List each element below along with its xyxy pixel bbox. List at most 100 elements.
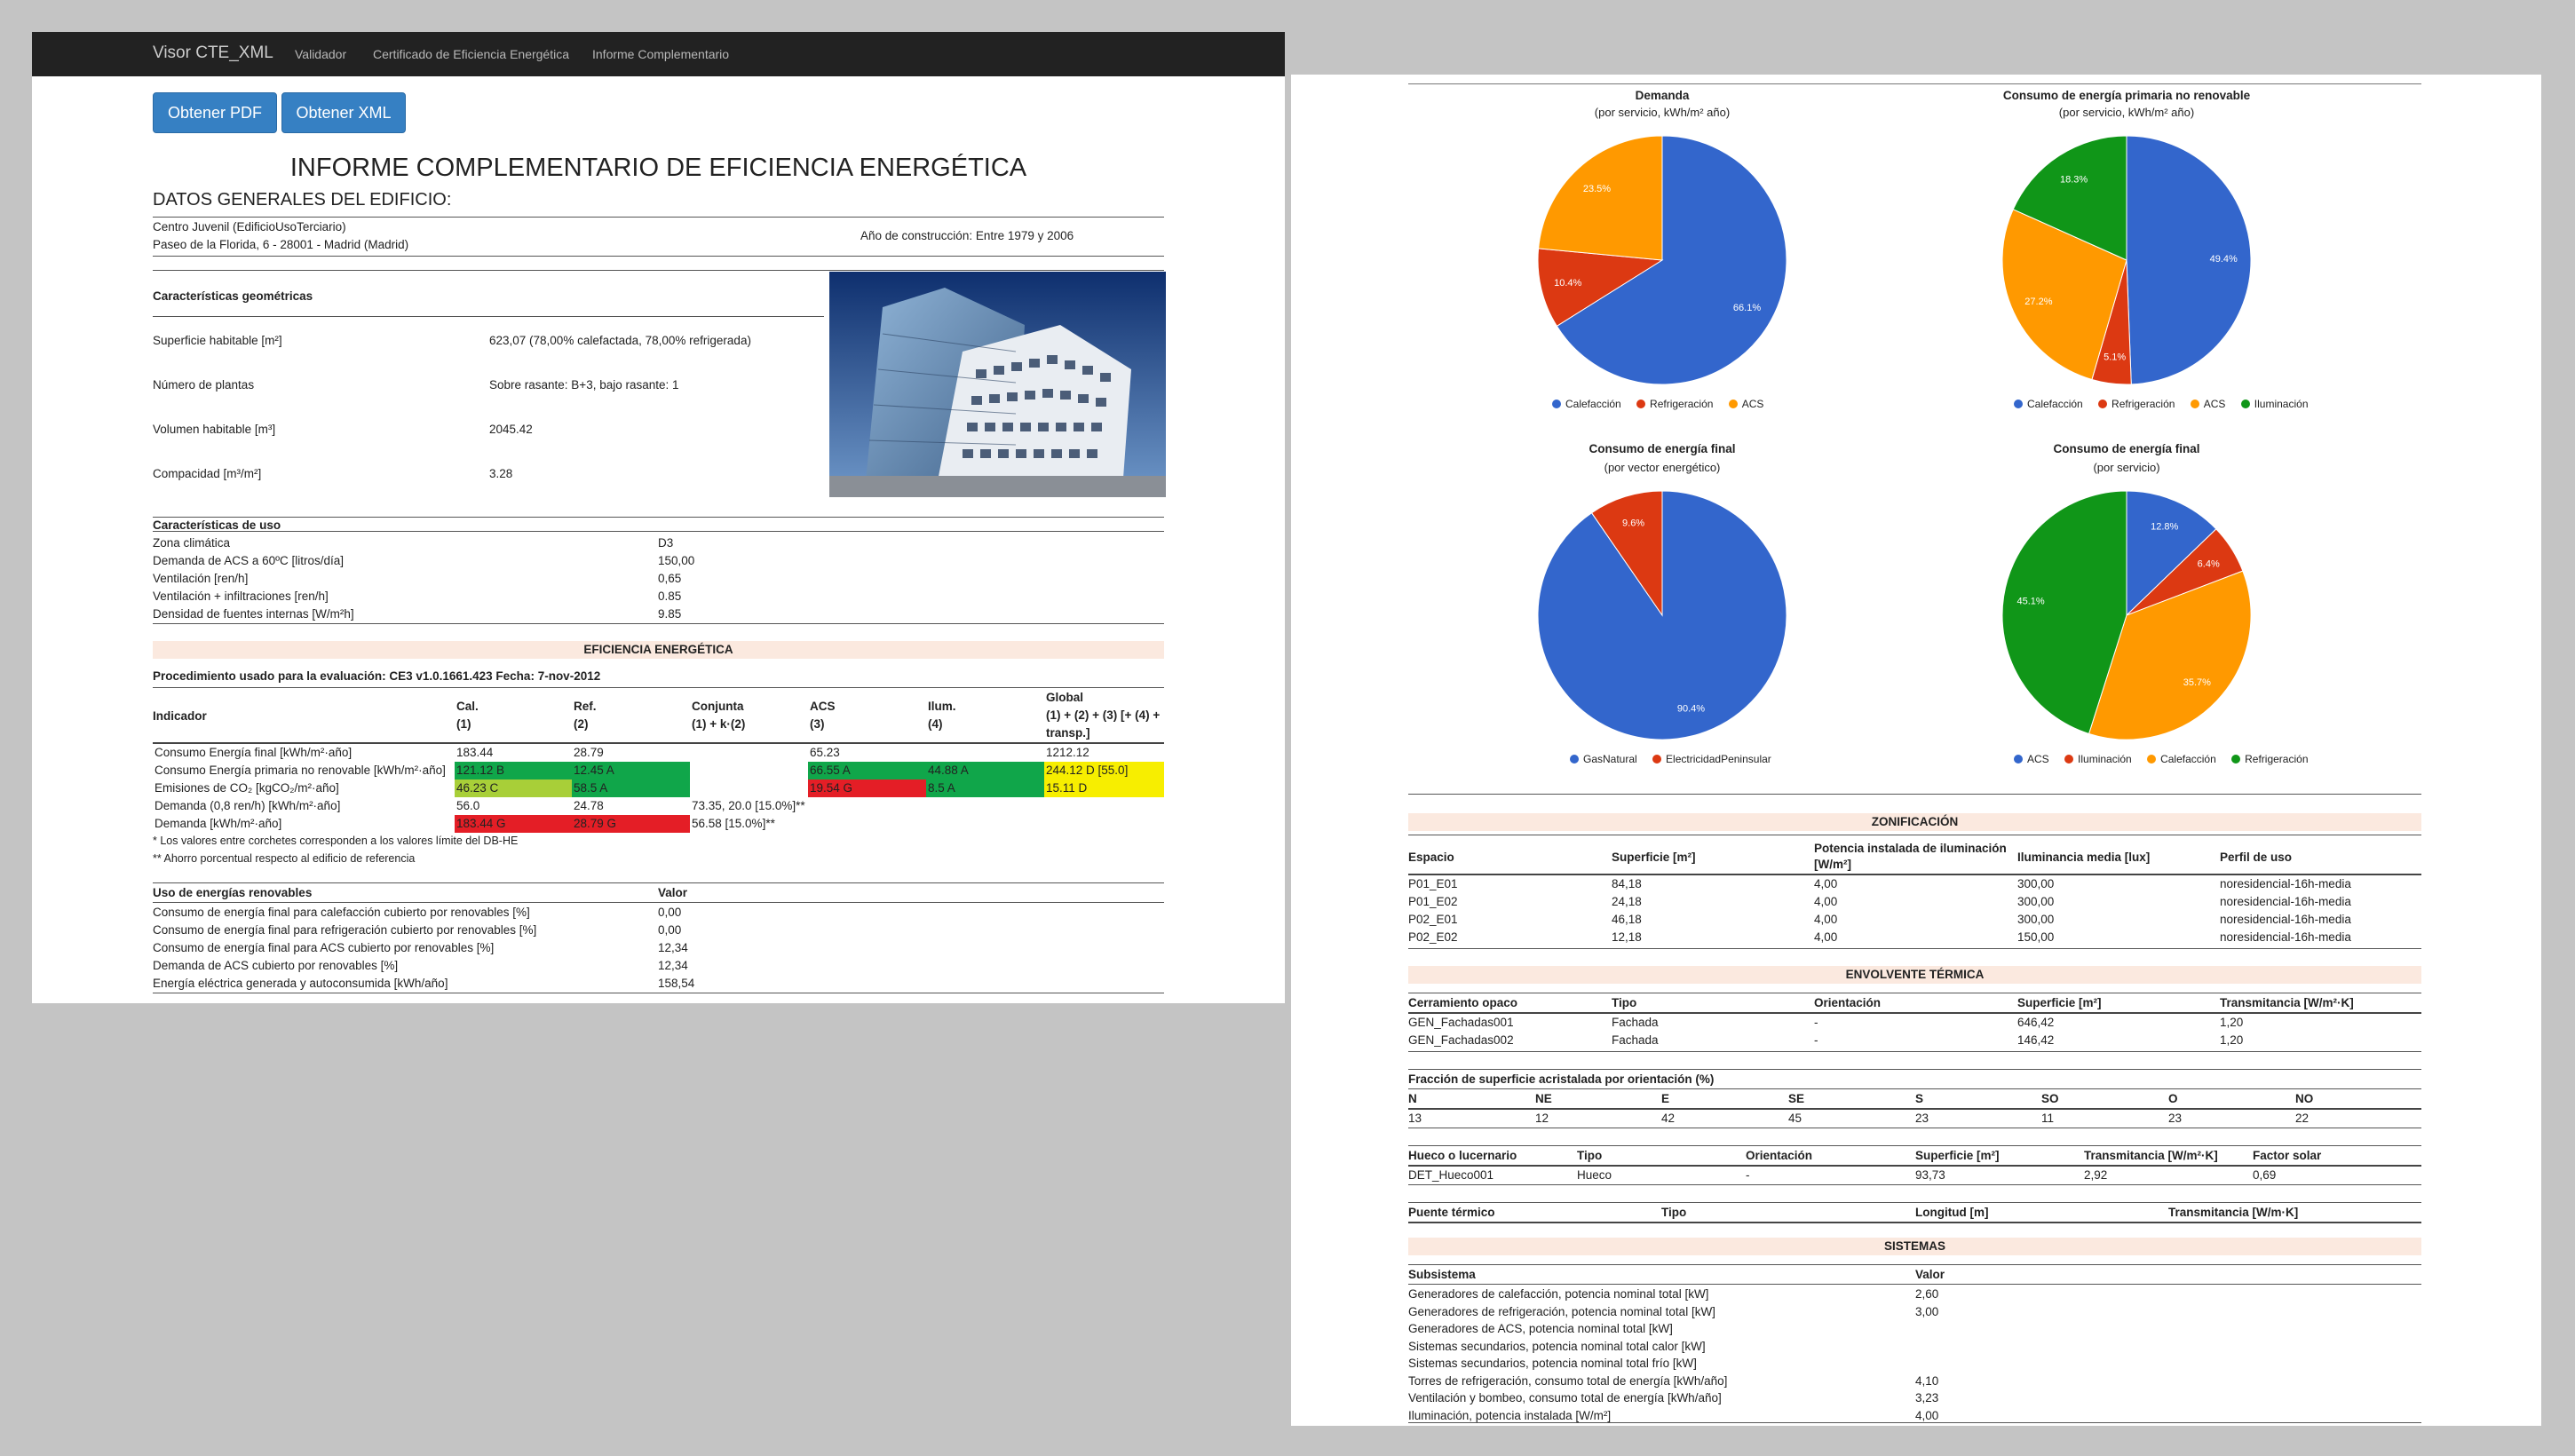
systems-cell: Generadores de ACS, potencia nominal tot… [1408,1322,1673,1335]
hole-col-header: Orientación [1746,1149,1813,1162]
orientation-value: 45 [1788,1112,1802,1125]
geometry-label: Compacidad [m³/m²] [153,467,262,480]
legend-swatch [2014,400,2023,408]
chart-subtitle: (por servicio) [2093,461,2160,474]
divider [153,217,1164,218]
legend-label: Iluminación [2254,398,2309,410]
indicator-value: 56.0 [456,799,480,812]
orientation-value: 42 [1661,1112,1676,1125]
orientation-header: NO [2295,1092,2314,1105]
zone-cell: P02_E02 [1408,930,1458,944]
zone-col-header: Superficie [m²] [1612,851,1696,864]
systems-cell: Iluminación, potencia instalada [W/m²] [1408,1408,1612,1422]
rating-cell: 46.23 C [455,779,572,797]
chart-legend: ACS Iluminación Calefacción Refrigeració… [2001,753,2309,765]
systems-cell: Sistemas secundarios, potencia nominal t… [1408,1357,1697,1370]
systems-cell: Torres de refrigeración, consumo total d… [1408,1373,1728,1388]
nav-link-validador[interactable]: Validador [295,47,346,61]
col-header-acs: ACS [810,700,836,713]
divider [1408,1284,2421,1285]
divider [153,902,1164,903]
chart-subtitle: (por servicio, kWh/m² año) [2058,106,2195,119]
renewables-value: 0,00 [658,906,682,919]
legend-swatch [2064,755,2074,764]
chart-title: Consumo de energía final [1589,442,1736,455]
divider [153,270,1164,271]
bridge-col-header: Transmitancia [W/m·K] [2168,1206,2299,1219]
zone-cell: 300,00 [2017,913,2055,926]
renewables-label: Consumo de energía final para refrigerac… [153,923,537,937]
indicator-value: 183.44 [456,746,494,759]
building-address: Paseo de la Florida, 6 - 28001 - Madrid … [153,238,409,251]
zone-cell: 12,18 [1612,930,1642,944]
pie-slice [1538,135,1663,261]
navbar: Visor CTE_XML Validador Certificado de E… [32,32,1285,76]
chart-legend: Calefacción Refrigeración ACS Iluminació… [2001,398,2309,410]
orientation-value: 11 [2041,1112,2055,1125]
opaque-cell: GEN_Fachadas001 [1408,1016,1514,1029]
zone-cell: 84,18 [1612,877,1642,890]
systems-cell: Sistemas secundarios, potencia nominal t… [1408,1339,1706,1353]
orientation-header: SE [1788,1092,1805,1105]
legend-swatch [2231,755,2241,764]
nav-link-certificado[interactable]: Certificado de Eficiencia Energética [373,47,569,61]
systems-cell: Ventilación y bombeo, consumo total de e… [1408,1391,1722,1405]
legend-swatch [1636,400,1646,408]
divider [1408,948,2421,949]
efficiency-band: EFICIENCIA ENERGÉTICA [153,641,1164,659]
divider [1408,1108,2421,1110]
hole-col-header: Superficie [m²] [1915,1149,2000,1162]
pie-slice-label: 49.4% [2210,254,2238,265]
indicator-value: 56.58 [15.0%]** [692,817,775,830]
zone-cell: P01_E02 [1408,895,1458,908]
geometry-value: Sobre rasante: B+3, bajo rasante: 1 [489,378,679,392]
chart-subtitle: (por servicio, kWh/m² año) [1594,106,1731,119]
pie-chart-demanda: 66.1% 10.4% 23.5% [1537,135,1787,385]
col-header-global-sub: (1) + (2) + (3) [+ (4) + [1046,708,1161,722]
indicator-label: Demanda (0,8 ren/h) [kWh/m²·año] [154,799,341,812]
zone-cell: 4,00 [1814,895,1838,908]
report-page-right: Demanda (por servicio, kWh/m² año) Consu… [1291,75,2541,1426]
pie-slice-label: 23.5% [1583,184,1611,194]
divider [153,517,1164,518]
divider [153,882,1164,883]
pie-slice-label: 18.3% [2060,174,2088,185]
geometry-value: 3.28 [489,467,513,480]
renewables-label: Consumo de energía final para ACS cubier… [153,941,495,954]
nav-brand[interactable]: Visor CTE_XML [153,44,273,63]
rating-cell: 58.5 A [572,779,690,797]
pie-slice-label: 12.8% [2151,522,2178,533]
opaque-col-header: Orientación [1814,996,1882,1009]
col-header-cal-sub: (1) [456,717,471,731]
legend-label: ACS [1741,398,1764,410]
col-header-global: Global [1046,691,1084,704]
use-label: Ventilación [ren/h] [153,572,249,585]
chart-legend: GasNatural ElectricidadPeninsular [1557,753,1771,765]
envelope-band: ENVOLVENTE TÉRMICA [1408,966,2421,984]
col-header-conjunta: Conjunta [692,700,744,713]
legend-swatch [2190,400,2199,408]
pie-slice-label: 6.4% [2198,558,2220,569]
general-data-heading: DATOS GENERALES DEL EDIFICIO: [153,190,452,210]
bridge-col-header: Longitud [m] [1915,1206,1989,1219]
divider [153,687,1164,688]
renewables-label: Demanda de ACS cubierto por renovables [… [153,959,399,972]
systems-cell: 3,00 [1915,1304,1939,1318]
opaque-cell: 1,20 [2220,1033,2244,1047]
use-label: Zona climática [153,536,231,550]
nav-link-informe[interactable]: Informe Complementario [592,47,729,61]
glazing-heading: Fracción de superficie acristalada por o… [1408,1072,1715,1086]
get-xml-button[interactable]: Obtener XML [281,92,406,133]
footnote: * Los valores entre corchetes correspond… [153,835,519,847]
col-header-global-sub2: transp.] [1046,726,1090,740]
zone-cell: 300,00 [2017,877,2055,890]
divider [1408,1264,2421,1265]
opaque-cell: GEN_Fachadas002 [1408,1033,1514,1047]
zone-col-header: Iluminancia media [lux] [2017,851,2151,864]
rating-cell: 8.5 A [926,779,1044,797]
geometry-label: Volumen habitable [m³] [153,423,276,436]
systems-cell: 4,00 [1915,1408,1939,1422]
get-pdf-button[interactable]: Obtener PDF [153,92,277,133]
opaque-col-header: Transmitancia [W/m²·K] [2220,996,2354,1009]
zone-cell: noresidencial-16h-media [2220,877,2351,890]
